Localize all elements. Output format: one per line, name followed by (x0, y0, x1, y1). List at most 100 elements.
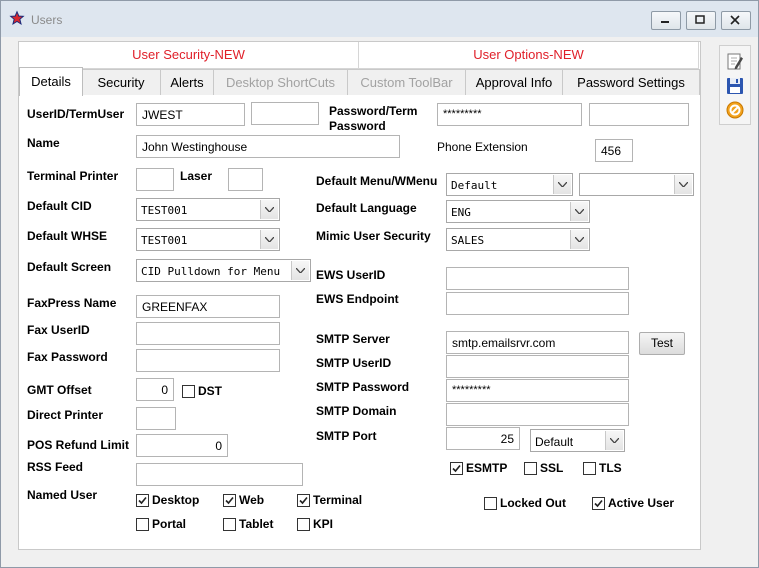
default-screen-select[interactable]: CID Pulldown for Menu (136, 259, 311, 282)
default-whse-value: TEST001 (141, 234, 188, 247)
smtp-userid-label: SMTP UserID (316, 356, 392, 370)
rss-feed-label: RSS Feed (27, 460, 84, 474)
password-label: Password/Term Password (329, 104, 418, 133)
default-language-label: Default Language (316, 201, 417, 215)
chevron-down-icon[interactable] (570, 230, 588, 249)
minimize-button[interactable] (651, 11, 681, 30)
ews-userid-label: EWS UserID (316, 268, 386, 282)
pos-refund-label: POS Refund Limit (27, 438, 129, 452)
checkbox-box (223, 494, 236, 507)
close-button[interactable] (721, 11, 751, 30)
smtp-domain-input[interactable] (446, 403, 629, 426)
fax-userid-input[interactable] (136, 322, 280, 345)
save-icon[interactable] (725, 76, 745, 96)
default-whse-select[interactable]: TEST001 (136, 228, 280, 251)
smtp-password-input[interactable]: ********* (446, 379, 629, 402)
checkbox-box (182, 385, 195, 398)
terminal-printer-label: Terminal Printer (27, 169, 119, 183)
mimic-user-security-select[interactable]: SALES (446, 228, 590, 251)
rss-feed-input[interactable] (136, 463, 303, 486)
minimize-icon (661, 21, 669, 23)
tab-user-security-new[interactable]: User Security-NEW (19, 42, 359, 69)
direct-printer-label: Direct Printer (27, 408, 104, 422)
userid-input[interactable]: JWEST (136, 103, 245, 126)
chevron-down-icon[interactable] (605, 431, 623, 450)
tab-password-settings[interactable]: Password Settings (562, 69, 700, 95)
checkbox-box (524, 462, 537, 475)
checkmark-icon (299, 496, 308, 505)
smtp-server-input[interactable]: smtp.emailsrvr.com (446, 331, 629, 354)
default-menu-select[interactable]: Default (446, 173, 573, 196)
chevron-down-icon[interactable] (570, 202, 588, 221)
gmt-offset-label: GMT Offset (27, 383, 92, 397)
star-app-icon (9, 10, 25, 26)
smtp-userid-input[interactable] (446, 355, 629, 378)
tab-details[interactable]: Details (19, 67, 83, 96)
pos-refund-input[interactable]: 0 (136, 434, 228, 457)
edit-icon[interactable] (725, 52, 745, 72)
laser-input[interactable] (228, 168, 263, 191)
default-menu-value: Default (451, 179, 498, 192)
tab-alerts[interactable]: Alerts (160, 69, 214, 95)
kpi-label: KPI (313, 517, 334, 531)
esmtp-label: ESMTP (466, 461, 508, 475)
term-password-input[interactable] (589, 103, 689, 126)
checkmark-icon (452, 464, 461, 473)
default-wmenu-select[interactable] (579, 173, 694, 196)
default-cid-label: Default CID (27, 199, 92, 213)
password-input[interactable]: ********* (437, 103, 582, 126)
named-user-label: Named User (27, 488, 98, 502)
faxpress-input[interactable]: GREENFAX (136, 295, 280, 318)
gmt-offset-input[interactable]: 0 (136, 378, 174, 401)
ews-userid-input[interactable] (446, 267, 629, 290)
mimic-user-security-value: SALES (451, 234, 485, 247)
cancel-icon[interactable] (725, 100, 745, 120)
default-language-select[interactable]: ENG (446, 200, 590, 223)
tls-label: TLS (599, 461, 622, 475)
smtp-port-mode-value: Default (535, 435, 574, 449)
maximize-button[interactable] (686, 11, 716, 30)
tab-security[interactable]: Security (81, 69, 161, 95)
tab-desktop-shortcuts[interactable]: Desktop ShortCuts (213, 69, 348, 95)
checkmark-icon (594, 499, 603, 508)
locked-out-label: Locked Out (500, 496, 567, 510)
checkbox-box (592, 497, 605, 510)
checkmark-icon (138, 496, 147, 505)
term-user-input[interactable] (251, 102, 319, 125)
name-input[interactable]: John Westinghouse (136, 135, 400, 158)
smtp-port-label: SMTP Port (316, 429, 377, 443)
checkbox-box (223, 518, 236, 531)
smtp-port-mode-select[interactable]: Default (530, 429, 625, 452)
default-language-value: ENG (451, 206, 471, 219)
chevron-down-icon[interactable] (553, 175, 571, 194)
terminal-printer-input[interactable] (136, 168, 174, 191)
dst-label: DST (198, 384, 222, 398)
fax-password-input[interactable] (136, 349, 280, 372)
default-cid-value: TEST001 (141, 204, 188, 217)
ews-endpoint-input[interactable] (446, 292, 629, 315)
chevron-down-icon[interactable] (674, 175, 692, 194)
smtp-password-label: SMTP Password (316, 380, 410, 394)
tab-custom-toolbar[interactable]: Custom ToolBar (347, 69, 466, 95)
tab-user-options-new[interactable]: User Options-NEW (359, 42, 699, 69)
name-label: Name (27, 136, 60, 150)
checkmark-icon (225, 496, 234, 505)
direct-printer-input[interactable] (136, 407, 176, 430)
chevron-down-icon[interactable] (260, 200, 278, 219)
ssl-label: SSL (540, 461, 564, 475)
userid-label: UserID/TermUser (27, 107, 125, 121)
close-icon (730, 15, 740, 25)
chevron-down-icon[interactable] (291, 261, 309, 280)
phone-extension-input[interactable]: 456 (595, 139, 633, 162)
smtp-port-input[interactable]: 25 (446, 427, 520, 450)
checkbox-box (583, 462, 596, 475)
smtp-domain-label: SMTP Domain (316, 404, 397, 418)
maximize-icon (695, 15, 705, 24)
tab-approval-info[interactable]: Approval Info (465, 69, 563, 95)
test-button[interactable]: Test (639, 332, 685, 355)
tablet-label: Tablet (239, 517, 274, 531)
desktop-label: Desktop (152, 493, 200, 507)
default-cid-select[interactable]: TEST001 (136, 198, 280, 221)
active-user-label: Active User (608, 496, 675, 510)
chevron-down-icon[interactable] (260, 230, 278, 249)
